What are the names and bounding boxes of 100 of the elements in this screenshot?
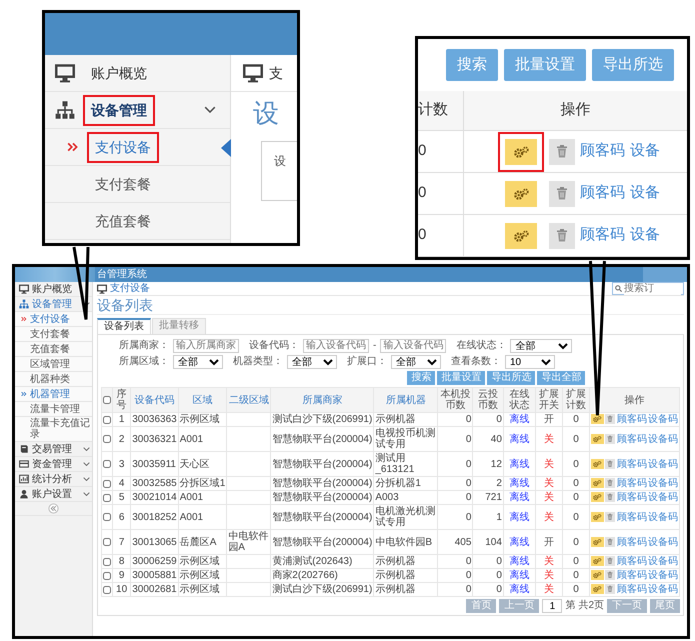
column-header[interactable]: 二级区域 — [226, 388, 271, 412]
action-link[interactable]: 设备码 — [648, 478, 678, 489]
delete-button[interactable] — [604, 570, 615, 580]
sidebar-item[interactable]: 统计分析 — [15, 472, 92, 487]
action-link[interactable]: 设备码 — [648, 414, 678, 425]
column-header[interactable]: 区域 — [178, 388, 227, 412]
action-link[interactable]: 顾客码 — [616, 584, 647, 595]
settings-button[interactable] — [590, 512, 604, 522]
action-link[interactable]: 顾客码 — [616, 478, 647, 489]
delete-button[interactable] — [549, 138, 575, 164]
sidebar-item[interactable]: 账户概览 — [15, 282, 92, 297]
toolbar-button[interactable]: 批量设置 — [437, 371, 486, 385]
tab-label[interactable]: 设 — [274, 154, 286, 168]
select-field[interactable]: 全部 — [287, 355, 337, 369]
tab[interactable]: 批量转移 — [152, 318, 206, 334]
sidebar-item[interactable]: 流量卡充值记录 — [15, 417, 92, 442]
sidebar-item[interactable]: 充值套餐 — [45, 203, 230, 240]
breadcrumb-link[interactable]: 支付设备 — [110, 284, 150, 294]
toolbar-button[interactable]: 导出所选 — [592, 48, 674, 82]
checkbox[interactable] — [103, 538, 111, 546]
toolbar-button[interactable]: 搜索 — [446, 48, 498, 82]
sidebar-item[interactable]: 支付设备 — [15, 312, 92, 327]
action-link[interactable]: 设备码 — [648, 492, 678, 503]
tab[interactable]: 设备列表 — [97, 318, 151, 334]
collapse-button[interactable] — [48, 503, 59, 514]
column-header[interactable]: 所属商家 — [270, 388, 374, 412]
delete-button[interactable] — [604, 556, 615, 566]
sidebar-item[interactable]: 区域管理 — [15, 357, 92, 372]
action-link[interactable]: 设备码 — [648, 434, 678, 444]
sidebar-item[interactable]: 账户设置 — [15, 487, 92, 502]
sidebar-item[interactable]: 支付套餐 — [15, 327, 92, 342]
input-field[interactable]: 输入设备代码 — [303, 338, 369, 352]
action-link[interactable]: 设备码 — [648, 570, 678, 581]
action-link[interactable]: 顾客码 — [616, 570, 647, 581]
select-field[interactable]: 全部 — [391, 355, 441, 369]
action-link[interactable]: 设备码 — [648, 458, 678, 470]
delete-button[interactable] — [549, 180, 575, 206]
action-link[interactable]: 顾客码 — [616, 458, 647, 470]
action-link[interactable]: 设备 — [630, 182, 660, 205]
select-field[interactable]: 10 — [505, 355, 555, 369]
delete-button[interactable] — [549, 222, 575, 248]
toolbar-button[interactable]: 批量设置 — [504, 48, 586, 82]
delete-button[interactable] — [604, 414, 615, 424]
search-field[interactable]: 搜索订 — [612, 282, 684, 295]
action-link[interactable]: 顾客码 — [616, 434, 647, 444]
checkbox[interactable] — [103, 396, 111, 404]
toolbar-button[interactable]: 搜索 — [407, 371, 436, 385]
delete-button[interactable] — [604, 434, 615, 444]
page-button[interactable]: 下一页 — [607, 599, 647, 613]
page-input[interactable]: 1 — [542, 599, 562, 613]
delete-button[interactable] — [604, 584, 615, 594]
checkbox[interactable] — [103, 494, 111, 502]
action-link[interactable]: 设备 — [630, 140, 660, 163]
toolbar-button[interactable]: 导出所选 — [487, 371, 536, 385]
action-link[interactable]: 顾客码 — [580, 182, 625, 205]
action-link[interactable]: 顾客码 — [616, 536, 647, 548]
delete-button[interactable] — [604, 536, 615, 547]
settings-button[interactable] — [590, 492, 604, 502]
sidebar-item[interactable]: 机器种类 — [15, 372, 92, 387]
action-link[interactable]: 设备 — [630, 224, 660, 247]
delete-button[interactable] — [604, 512, 615, 522]
sidebar-item[interactable]: 交易管理 — [15, 442, 92, 457]
checkbox[interactable] — [103, 460, 111, 468]
page-button[interactable]: 尾页 — [650, 599, 680, 613]
action-link[interactable]: 顾客码 — [580, 140, 625, 163]
select-field[interactable]: 全部 — [510, 338, 572, 352]
checkbox[interactable] — [103, 435, 111, 443]
action-link[interactable]: 顾客码 — [616, 512, 647, 522]
sidebar-item[interactable]: 支付套餐 — [45, 166, 230, 203]
action-link[interactable]: 设备码 — [648, 556, 678, 567]
checkbox[interactable] — [103, 416, 111, 424]
input-field[interactable]: 输入设备代码 — [380, 338, 446, 352]
action-link[interactable]: 顾客码 — [616, 556, 647, 567]
column-header[interactable]: 所属机器 — [374, 388, 438, 412]
settings-button[interactable] — [590, 414, 604, 424]
checkbox[interactable] — [103, 586, 111, 594]
sidebar-item[interactable]: 资金管理 — [15, 457, 92, 472]
sidebar-item[interactable]: 设备管理 — [45, 92, 230, 129]
sidebar-item[interactable]: 流量卡管理 — [15, 402, 92, 417]
action-link[interactable]: 顾客码 — [580, 224, 625, 247]
page-button[interactable]: 首页 — [466, 599, 496, 613]
settings-button[interactable] — [590, 434, 604, 444]
checkbox[interactable] — [103, 558, 111, 566]
settings-button[interactable] — [590, 536, 604, 547]
checkbox[interactable] — [103, 513, 111, 521]
action-link[interactable]: 设备码 — [648, 584, 678, 595]
settings-button[interactable] — [590, 458, 604, 469]
column-header[interactable]: 设备代码 — [130, 388, 178, 412]
settings-button[interactable] — [590, 570, 604, 580]
delete-button[interactable] — [604, 478, 615, 488]
sidebar-item[interactable]: 支付设备 — [45, 129, 230, 166]
settings-button[interactable] — [590, 478, 604, 488]
action-link[interactable]: 设备码 — [648, 536, 678, 548]
select-field[interactable]: 全部 — [173, 355, 223, 369]
delete-button[interactable] — [604, 458, 615, 469]
sidebar-item[interactable]: 机器管理 — [15, 387, 92, 402]
settings-button[interactable] — [590, 556, 604, 566]
sidebar-item[interactable]: 充值套餐 — [15, 342, 92, 357]
checkbox[interactable] — [103, 480, 111, 488]
action-link[interactable]: 顾客码 — [616, 492, 647, 503]
